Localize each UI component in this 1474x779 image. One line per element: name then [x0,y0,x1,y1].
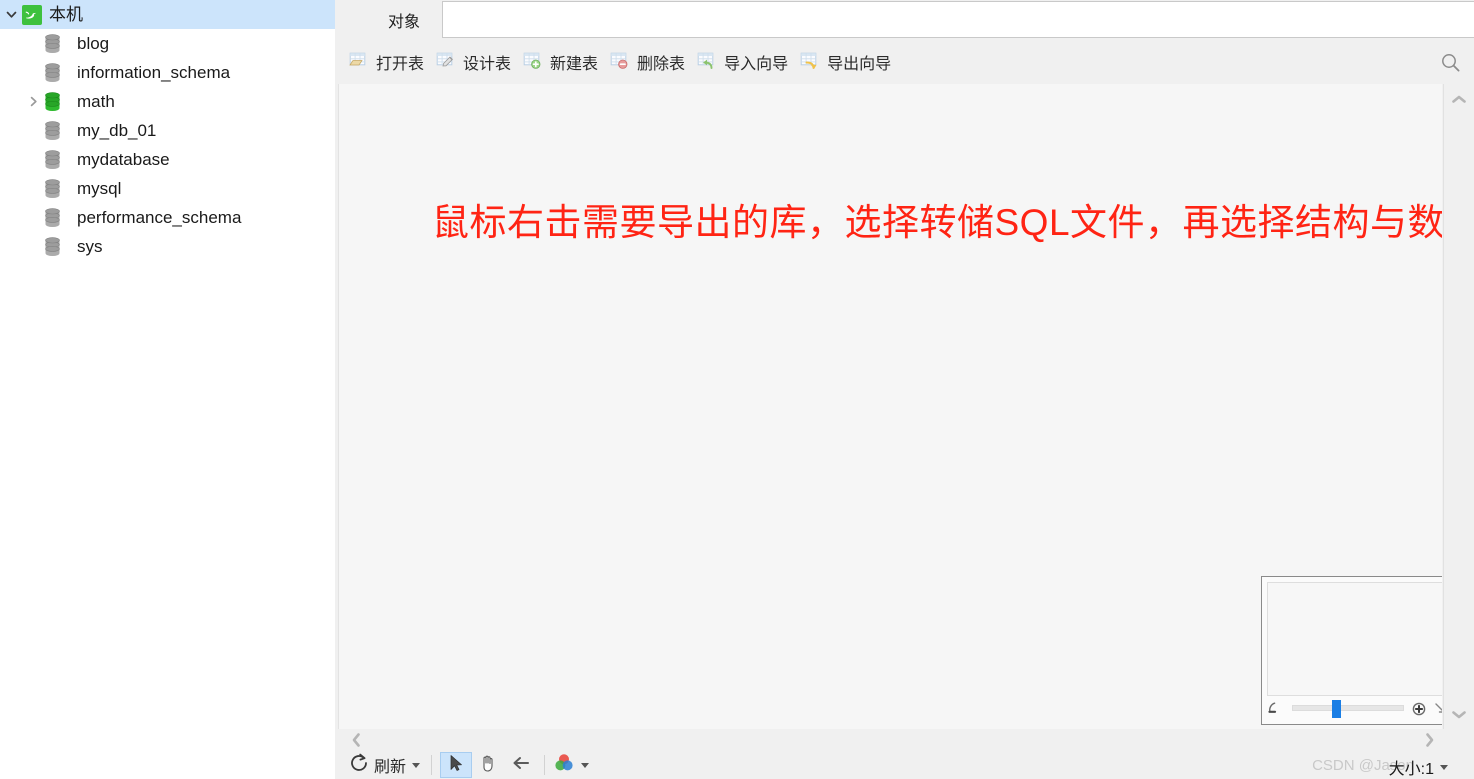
divider [544,755,546,775]
toolbar-buttons: 打开表 设计表 新建表 删除表 导入向导 导出向导 [345,39,899,84]
sidebar-tree: 本机 blog information_schemamath my_db_01myd… [0,0,335,779]
toolbar-button-export-wizard[interactable]: 导出向导 [796,45,899,79]
nav icat-main-window: 本机 blog information_schemamath my_db_01myd… [0,0,1474,779]
zoom-slider-handle[interactable] [1331,700,1341,718]
database-icon [44,120,69,141]
vertical-scrollbar[interactable] [1443,84,1474,729]
sidebar-item-database[interactable]: math [0,87,335,116]
new-table-icon [523,51,545,73]
toolbar-button-label: 删除表 [637,55,686,73]
sidebar-item-database[interactable]: sys [0,232,335,261]
open-table-icon [349,51,371,73]
sidebar-item-database[interactable]: information_schema [0,58,335,87]
refresh-label: 刷新 [374,759,407,776]
sidebar-database-label: my_db_01 [77,121,157,140]
chevron-down-icon[interactable] [581,762,590,768]
horizontal-scroll-row [335,729,1474,751]
chevron-down-icon[interactable] [0,8,22,21]
sidebar-item-connection[interactable]: 本机 [0,0,335,29]
size-indicator[interactable]: 大小:1 [1389,755,1448,779]
design-table-icon [436,51,458,73]
sidebar-item-database[interactable]: my_db_01 [0,116,335,145]
resize-handle-icon[interactable] [1432,700,1442,716]
sidebar-database-label: performance_schema [77,208,242,227]
toolbar-button-design-table[interactable]: 设计表 [432,45,519,79]
toolbar-button-label: 导出向导 [827,55,892,73]
database-list: blog information_schemamath my_db_01mydata… [0,29,335,261]
zoom-out-magnifier-icon[interactable] [1266,698,1286,718]
sidebar-item-database[interactable]: blog [0,29,335,58]
tab-object[interactable]: 对象 [367,0,441,39]
size-label: 大小:1 [1388,761,1434,778]
divider [431,755,433,775]
toolbar-button-delete-table[interactable]: 删除表 [606,45,693,79]
chevron-down-icon[interactable] [1444,703,1474,725]
toolbar-button-label: 设计表 [463,55,512,73]
sidebar-item-database[interactable]: mydatabase [0,145,335,174]
chevron-left-icon[interactable] [343,729,369,751]
toolbar-button-open-table[interactable]: 打开表 [345,45,432,79]
sidebar-database-label: information_schema [77,63,231,82]
sidebar-database-label: mysql [77,179,122,198]
sidebar-item-database[interactable]: performance_schema [0,203,335,232]
export-wizard-icon [800,51,822,73]
sidebar-database-label: math [77,92,115,111]
chevron-right-icon[interactable] [22,95,44,108]
zoom-slider[interactable] [1292,700,1404,718]
link-tool[interactable] [504,752,536,778]
chevron-down-icon[interactable] [412,762,421,768]
database-icon [44,149,69,170]
zoom-in-magnifier-icon[interactable] [1410,698,1430,718]
link-arrow-icon [508,753,532,778]
navigator-controls [1262,695,1442,721]
sidebar-database-label: sys [77,237,103,256]
chevron-up-icon[interactable] [1444,88,1474,110]
database-icon [44,236,69,257]
pointer-arrow-icon [446,753,466,778]
toolbar-button-label: 打开表 [376,55,425,73]
toolbar-button-label: 新建表 [550,55,599,73]
chevron-down-icon[interactable] [1440,764,1448,770]
toolbar-button-import-wizard[interactable]: 导入向导 [693,45,796,79]
toolbar-button-label: 导入向导 [724,55,789,73]
color-scheme-button[interactable] [553,752,590,779]
search-icon[interactable] [1436,48,1464,76]
hand-tool[interactable] [472,752,504,778]
database-icon [44,178,69,199]
status-bar: 刷新 [335,751,1474,779]
tab-object-label: 对象 [387,13,420,31]
tab-strip: 对象 [335,0,1474,39]
navigator-viewport[interactable] [1267,582,1442,696]
database-icon [44,33,69,54]
color-wheel-icon [553,752,575,779]
database-icon [44,207,69,228]
database-icon [44,62,69,83]
object-toolbar: 打开表 设计表 新建表 删除表 导入向导 导出向导 [335,39,1474,84]
navigator-panel[interactable] [1261,576,1442,725]
delete-table-icon [610,51,632,73]
sidebar-database-label: mydatabase [77,150,170,169]
instruction-text: 鼠标右击需要导出的库，选择转储SQL文件，再选择结构与数据 [432,202,1442,243]
refresh-button[interactable]: 刷新 [345,752,423,778]
mysql-dolphin-icon [22,4,42,25]
object-canvas[interactable]: 鼠标右击需要导出的库，选择转储SQL文件，再选择结构与数据 [338,84,1442,729]
sidebar-connection-label: 本机 [49,5,83,24]
main-pane: 对象 打开表 设计表 新建表 删除表 导入向导 导出向导 鼠标右击需要导出的库，选择转储S… [335,0,1474,779]
sidebar-database-label: blog [77,34,110,53]
tab-strip-filler [442,1,1474,38]
refresh-icon [348,752,370,779]
sidebar-item-database[interactable]: mysql [0,174,335,203]
import-wizard-icon [697,51,719,73]
hand-icon [478,753,498,778]
database-icon-open [44,91,69,112]
toolbar-button-new-table[interactable]: 新建表 [519,45,606,79]
chevron-right-icon[interactable] [1416,729,1442,751]
pointer-tool[interactable] [440,752,473,778]
